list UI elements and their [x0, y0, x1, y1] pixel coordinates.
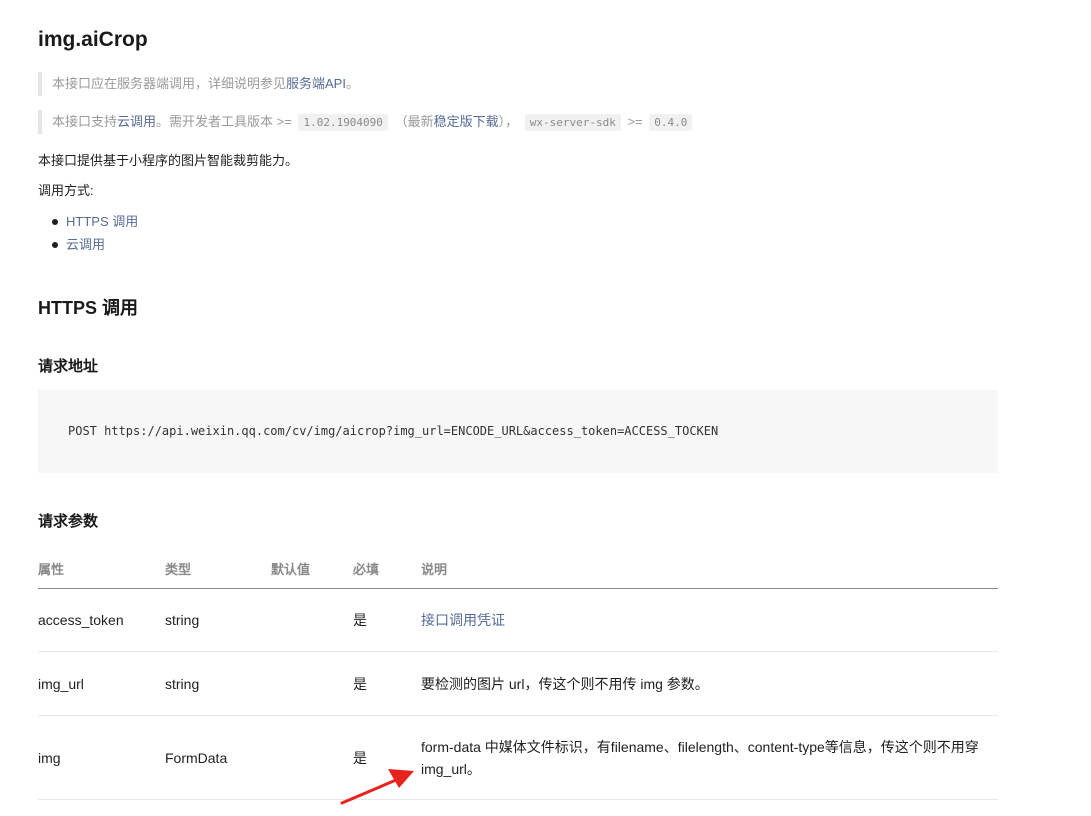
- param-description: 接口调用凭证: [421, 588, 998, 652]
- param-name: access_token: [38, 588, 165, 652]
- stable-download-link[interactable]: 稳定版下载: [434, 114, 499, 129]
- note-text: ），: [498, 114, 519, 129]
- param-description: 要检测的图片 url，传这个则不用传 img 参数。: [421, 651, 998, 716]
- param-type: string: [165, 588, 271, 652]
- table-header-row: 属性 类型 默认值 必填 说明: [38, 548, 998, 589]
- note-text: （最新: [394, 114, 434, 129]
- header-property: 属性: [38, 548, 165, 589]
- header-type: 类型: [165, 548, 271, 589]
- param-required: 是: [353, 588, 421, 652]
- request-params-heading: 请求参数: [38, 513, 99, 530]
- param-default: [271, 651, 353, 716]
- call-methods-label: 调用方式:: [38, 183, 94, 198]
- cloud-call-link[interactable]: 云调用: [117, 114, 156, 129]
- server-side-note: 本接口应在服务器端调用，详细说明参见服务端API。: [38, 72, 359, 96]
- params-table: 属性 类型 默认值 必填 说明 access_token string 是 接口…: [38, 548, 998, 800]
- note-text: 。需开发者工具版本 >=: [156, 114, 292, 129]
- param-default: [271, 715, 353, 800]
- https-call-heading: HTTPS 调用: [38, 298, 139, 318]
- param-description: form-data 中媒体文件标识，有filename、filelength、c…: [421, 715, 998, 800]
- param-type: FormData: [165, 715, 271, 800]
- intro-text: 本接口提供基于小程序的图片智能裁剪能力。: [38, 153, 299, 168]
- list-item: HTTPS 调用: [52, 210, 138, 233]
- param-type: string: [165, 651, 271, 716]
- header-required: 必填: [353, 548, 421, 589]
- param-name: img: [38, 715, 165, 800]
- header-description: 说明: [421, 548, 998, 589]
- table-row: img_url string 是 要检测的图片 url，传这个则不用传 img …: [38, 651, 998, 716]
- cloud-call-note: 本接口支持云调用。需开发者工具版本 >= 1.02.1904090 （最新稳定版…: [38, 110, 695, 134]
- note-suffix: 。: [345, 76, 359, 91]
- table-row: img FormData 是 form-data 中媒体文件标识，有filena…: [38, 715, 998, 800]
- access-token-doc-link[interactable]: 接口调用凭证: [421, 612, 505, 628]
- call-methods-list: HTTPS 调用 云调用: [52, 210, 138, 256]
- table-row: access_token string 是 接口调用凭证: [38, 588, 998, 652]
- param-name: img_url: [38, 651, 165, 716]
- request-url-heading: 请求地址: [38, 358, 99, 375]
- request-url-codeblock: POST https://api.weixin.qq.com/cv/img/ai…: [38, 390, 998, 473]
- request-url-code: POST https://api.weixin.qq.com/cv/img/ai…: [68, 424, 719, 438]
- note-text: 本接口应在服务器端调用，详细说明参见: [52, 76, 287, 91]
- cloud-call-method-link[interactable]: 云调用: [66, 237, 105, 252]
- https-call-link[interactable]: HTTPS 调用: [66, 214, 138, 229]
- param-required: 是: [353, 715, 421, 800]
- server-api-link[interactable]: 服务端API: [286, 76, 346, 91]
- page-title: img.aiCrop: [38, 28, 148, 51]
- param-required: 是: [353, 651, 421, 716]
- sdk-version-code: 0.4.0: [649, 114, 693, 131]
- devtools-version-code: 1.02.1904090: [298, 114, 388, 131]
- note-text: >=: [627, 114, 643, 129]
- sdk-name-code: wx-server-sdk: [524, 114, 621, 131]
- list-item: 云调用: [52, 233, 138, 256]
- header-default: 默认值: [271, 548, 353, 589]
- note-text: 本接口支持: [52, 114, 118, 129]
- param-default: [271, 588, 353, 652]
